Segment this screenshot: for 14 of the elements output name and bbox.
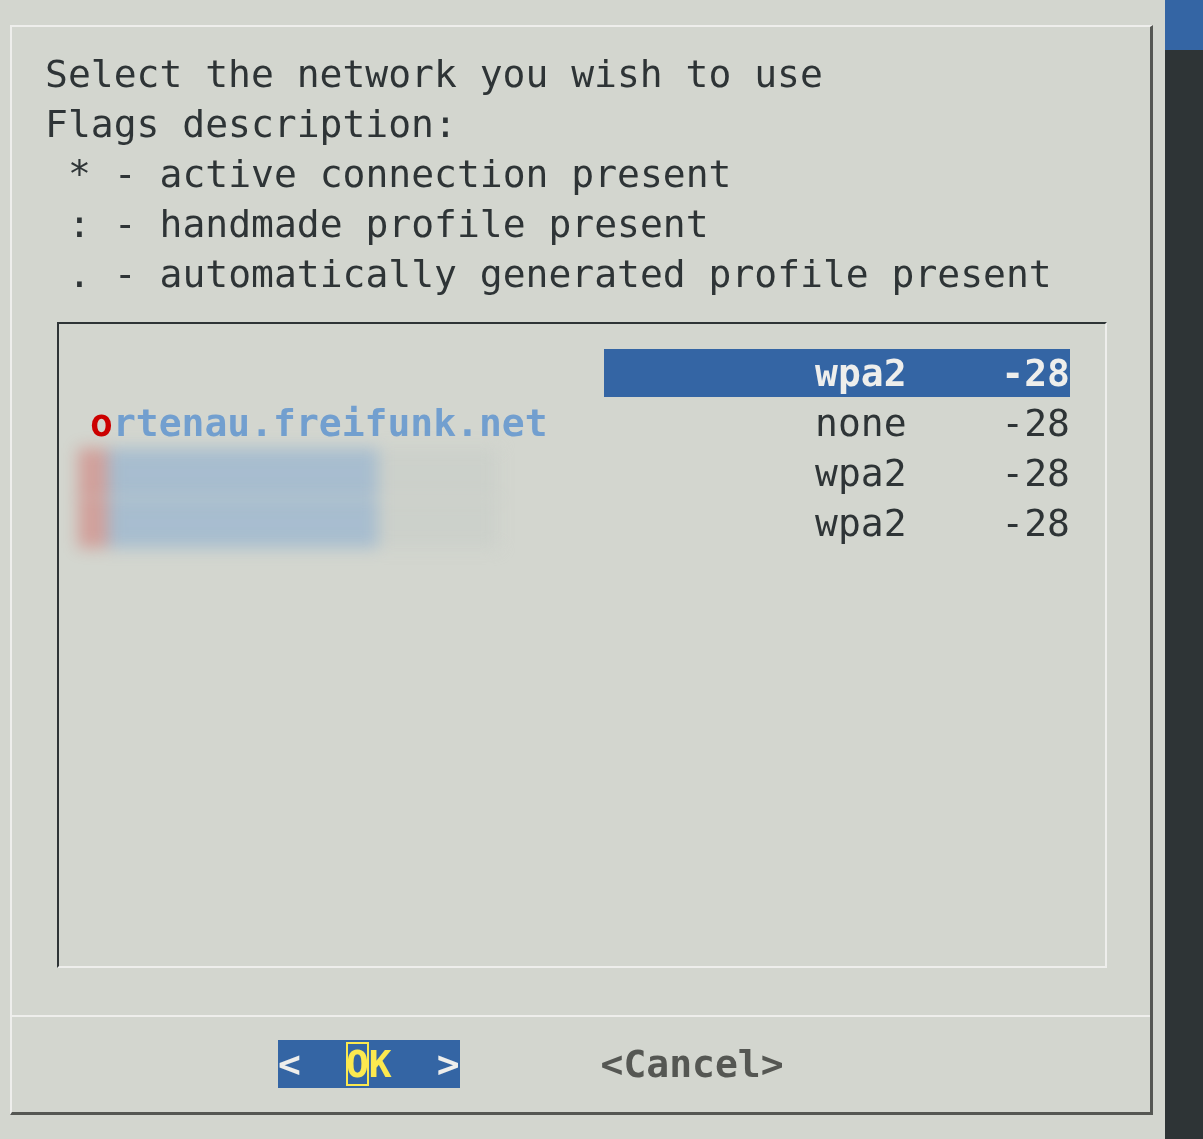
network-item[interactable]: wpa2 -28: [604, 499, 1070, 547]
dialog-prompt: Select the network you wish to use: [45, 51, 823, 98]
network-name: ortenau.freifunk.net: [90, 401, 548, 445]
network-item[interactable]: wpa2 -28: [604, 449, 1070, 497]
network-item[interactable]: none -28: [604, 399, 1070, 447]
ok-button[interactable]: < OK >: [278, 1040, 460, 1088]
legend-line: * - active connection present: [68, 151, 732, 198]
legend-line: : - handmade profile present: [68, 201, 709, 248]
cancel-button[interactable]: <Cancel>: [600, 1040, 784, 1088]
legend-title: Flags description:: [45, 101, 457, 148]
scrollbar[interactable]: [1165, 0, 1203, 1139]
network-item[interactable]: wpa2 -28: [604, 349, 1070, 397]
scrollbar-thumb[interactable]: [1165, 0, 1203, 50]
legend-line: . - automatically generated profile present: [68, 251, 1052, 298]
